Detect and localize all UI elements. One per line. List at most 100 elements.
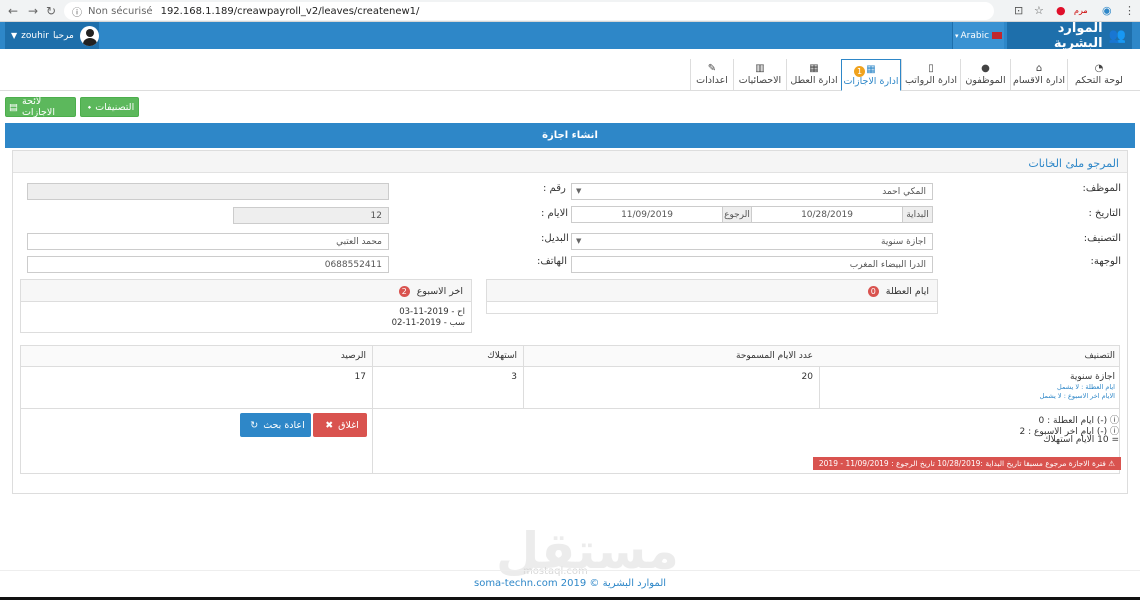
caret-down-icon: ▼ [11, 31, 18, 40]
categories-button[interactable]: ⬩ التصنيفات [80, 97, 139, 117]
avatar [79, 25, 99, 46]
number-input[interactable] [27, 183, 389, 200]
leave-form-panel: المرجو ملئ الخانات الموظف: ▼ المكي احمد … [12, 150, 1128, 494]
employee-value: المكي احمد [882, 187, 926, 197]
phone-input[interactable]: 0688552411 [27, 256, 389, 273]
balance-cell: 17 [354, 372, 366, 382]
opera-icon[interactable]: ● [1056, 4, 1066, 17]
tab-payroll[interactable]: ▯ ادارة الرواتب [901, 59, 960, 91]
weekend-days: اح - 2019-11-03 سب - 2019-11-02 [392, 307, 465, 329]
page-title: انشاء اجازة [5, 123, 1135, 148]
weekend-day: سب - 2019-11-02 [391, 318, 465, 328]
users-icon: 👥 [1108, 27, 1126, 44]
tab-settings[interactable]: ✎ اعدادات [690, 59, 733, 91]
category-value: اجازة سنوية [881, 237, 926, 247]
language-selector[interactable]: ▾ Arabic [952, 22, 1004, 49]
app-header: 👥 الموارد البشرية ▾ Arabic ▼ zouhir مرحب… [0, 20, 1140, 51]
panel-header: المرجو ملئ الخانات [13, 151, 1127, 173]
substitute-input[interactable]: محمد العتبي [27, 233, 389, 250]
tab-employees[interactable]: ● الموظفون [960, 59, 1010, 91]
chevron-down-icon: ▾ [954, 31, 959, 40]
col-header: عدد الايام المسموحة [523, 346, 819, 366]
button-label: اغلاق [338, 419, 359, 431]
tag-icon: ⬩ [87, 101, 92, 113]
back-icon[interactable]: ← [8, 4, 18, 18]
translate-icon[interactable]: ⊡ [1014, 4, 1023, 17]
user-icon: ● [981, 63, 990, 74]
wrench-icon: ✎ [707, 63, 717, 74]
calendar-icon: ▦ [866, 64, 876, 75]
tab-label: ادارة الاجازات [843, 76, 899, 87]
destination-input[interactable]: الدرا البيضاء المغرب [571, 256, 933, 273]
balance-table: التصنيف عدد الايام المسموحة استهلاك الرص… [20, 345, 1120, 474]
button-label: لائحة الاجازات [21, 96, 55, 118]
employee-label: الموظف: [1082, 183, 1121, 194]
extension-label[interactable]: مرم [1074, 6, 1088, 15]
return-date-input[interactable]: 11/09/2019 [571, 206, 723, 223]
holidays-count-badge: 0 [867, 286, 879, 297]
tab-leaves[interactable]: 1 ▦ ادارة الاجازات [841, 59, 901, 91]
star-icon[interactable]: ☆ [1034, 4, 1044, 17]
summary-total: = 10 الايام استهلاك [1043, 435, 1119, 445]
calendar-icon: ▦ [809, 63, 819, 74]
holidays-note: ايام العطلة : لا يشمل [1057, 383, 1115, 391]
notification-badge: 1 [854, 66, 865, 77]
col-header: استهلاك [372, 346, 523, 366]
bar-chart-icon: ▥ [755, 63, 765, 74]
used-cell: 3 [372, 367, 523, 408]
flag-icon [992, 32, 1003, 39]
category-select[interactable]: ▼ اجازة سنوية [571, 233, 933, 250]
category-cell: اجازة سنوية ايام العطلة : لا يشمل الايام… [819, 367, 1121, 408]
allowed-cell: 20 [523, 367, 819, 408]
profile-icon[interactable]: ◉ [1102, 4, 1112, 17]
start-addon: البداية [902, 206, 933, 223]
tab-departments[interactable]: ⌂ ادارة الاقسام [1010, 59, 1067, 91]
close-button[interactable]: ✖ اغلاق [313, 413, 367, 437]
tab-holidays[interactable]: ▦ ادارة العطل [786, 59, 841, 91]
user-menu[interactable]: ▼ zouhir مرحبا [5, 22, 99, 49]
tab-label: اعدادات [696, 75, 728, 86]
address-bar[interactable]: ⓘ Non sécurisé 192.168.1.189/creawpayrol… [64, 2, 994, 20]
tab-label: ادارة الاقسام [1013, 75, 1065, 86]
list-icon: ▤ [9, 101, 18, 113]
employee-select[interactable]: ▼ المكي احمد [571, 183, 933, 200]
tab-dashboard[interactable]: ◔ لوحة التحكم [1067, 59, 1130, 91]
tab-label: لوحة التحكم [1075, 75, 1123, 86]
user-name: zouhir [21, 30, 49, 41]
phone-label: الهاتف: [537, 256, 567, 267]
weekend-title: اخر الاسبوع [416, 286, 463, 297]
tab-label: الموظفون [965, 75, 1006, 86]
security-label: Non sécurisé [88, 5, 153, 17]
reload-icon[interactable]: ↻ [46, 4, 56, 18]
holidays-title: ايام العطلة [885, 286, 929, 297]
tab-label: الاحصائيات [738, 75, 782, 86]
table-row: اجازة سنوية ايام العطلة : لا يشمل الايام… [21, 367, 1119, 409]
substitute-label: البديل: [541, 233, 569, 244]
chevron-down-icon: ▼ [576, 237, 582, 245]
weekends-note: الايام اخر الاسبوع : لا يشمل [1039, 392, 1115, 400]
col-header: التصنيف [1084, 351, 1115, 361]
leaves-list-button[interactable]: ▤ لائحة الاجازات [5, 96, 76, 118]
weekend-day: اح - 2019-11-03 [399, 307, 465, 317]
brand-title: الموارد البشرية [1053, 20, 1103, 51]
forward-icon[interactable]: → [28, 4, 38, 18]
reset-button[interactable]: ↻ اعادة بحث [240, 413, 311, 437]
days-input: 12 [233, 207, 389, 224]
url-text: 192.168.1.189/creawpayroll_v2/leaves/cre… [160, 5, 420, 17]
button-label: التصنيفات [95, 101, 135, 113]
holidays-box: ايام العطلة 0 [486, 279, 938, 314]
browser-toolbar: ← → ↻ ⓘ Non sécurisé 192.168.1.189/creaw… [0, 0, 1140, 22]
close-icon: ✖ [325, 419, 334, 431]
date-label: التاريخ : [1088, 208, 1121, 219]
info-icon[interactable]: ⓘ [72, 4, 82, 19]
category-name: اجازة سنوية [1070, 372, 1115, 382]
main-nav: ◔ لوحة التحكم ⌂ ادارة الاقسام ● الموظفون… [0, 57, 1140, 91]
start-date-input[interactable]: 10/28/2019 [751, 206, 903, 223]
weekend-count-badge: 2 [398, 286, 410, 297]
brand[interactable]: 👥 الموارد البشرية [1007, 20, 1132, 51]
dashboard-icon: ◔ [1094, 63, 1104, 74]
menu-icon[interactable]: ⋮ [1124, 4, 1135, 17]
tab-statistics[interactable]: ▥ الاحصائيات [733, 59, 786, 91]
button-label: اعادة بحث [263, 419, 305, 431]
table-header: التصنيف عدد الايام المسموحة استهلاك الرص… [21, 346, 1119, 367]
